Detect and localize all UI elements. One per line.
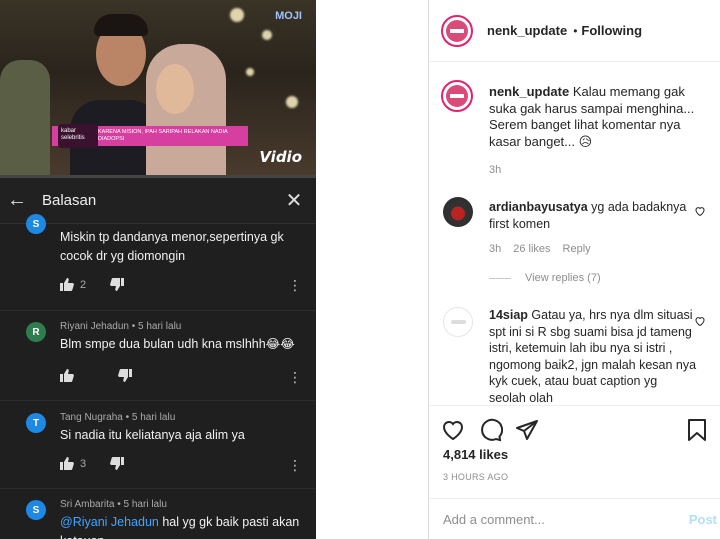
separator-dot: • [573,23,578,38]
add-comment-input[interactable]: Add a comment... [429,512,689,527]
thumbs-up-icon[interactable] [60,278,74,291]
like-comment-icon[interactable] [694,205,706,217]
post-actions-bar [429,405,720,453]
reply-item: S Sri Ambarita • 5 hari lalu @Riyani Jeh… [0,496,316,539]
post-header: nenk_update • Following [429,0,720,62]
profile-avatar[interactable] [441,14,473,47]
caption-avatar[interactable] [441,80,473,112]
comment-body: 14siap Gatau ya, hrs nya dlm situasi spt… [489,307,697,403]
comment-body: ardianbayusatya yg ada badaknya first ko… [489,199,697,232]
background-light [286,96,298,108]
reply-actions: 3 [60,457,125,470]
avatar-image [446,19,468,42]
comment-bubble-icon[interactable] [479,418,503,442]
like-comment-icon[interactable] [694,315,706,327]
reply-author-line: Tang Nugraha • 5 hari lalu [60,412,176,423]
like-count: 2 [80,278,87,291]
reply-text: Miskin tp dandanya menor,sepertinya gk c… [60,230,284,263]
vidio-watermark: Vidio [259,148,302,166]
comment-likes[interactable]: 26 likes [513,243,550,255]
video-frame[interactable]: MOJI KARENA MISION, IPAH SARIPAH RELAKAN… [0,0,316,178]
reply-item: S Miskin tp dandanya menor,sepertinya gk… [0,214,316,308]
avatar[interactable]: R [26,322,46,342]
like-heart-icon[interactable] [441,418,465,442]
reply-author-line: Sri Ambarita • 5 hari lalu [60,499,167,510]
share-paper-plane-icon[interactable] [515,418,539,442]
news-program-logo-text: kabar selebritis [61,128,85,141]
reply-text: Blm smpe dua bulan udh kna mslhhh😂😂 [60,337,295,351]
tv-channel-logo: MOJI [275,10,302,22]
view-replies-label: View replies (7) [525,272,601,284]
foreground-person [0,60,50,178]
avatar[interactable]: S [26,500,46,520]
thumbs-down-icon[interactable] [110,457,125,470]
view-replies[interactable]: View replies (7) [489,272,601,284]
thumbs-down-icon[interactable] [110,278,125,291]
add-comment-bar: Add a comment... Post [429,498,720,539]
thumbs-up-icon[interactable] [60,369,74,382]
reply-time: 5 hari lalu [138,321,182,332]
bookmark-icon[interactable] [685,418,709,442]
reply-author[interactable]: Riyani Jehadun [60,321,129,332]
reply-actions: 2 [60,278,125,291]
reply-button[interactable]: Reply [563,243,591,255]
comment-text: Gatau ya, hrs nya dlm situasi spt ini si… [489,308,697,403]
avatar-logo [451,320,466,324]
thumbs-down-icon[interactable] [118,369,132,382]
view-replies-line [489,277,511,279]
background-light [230,8,244,22]
avatar[interactable]: S [26,214,46,234]
comment-username[interactable]: 14siap [489,308,528,322]
posted-time: 3 HOURS AGO [443,472,509,482]
background-light [262,30,272,40]
reply-text: Si nadia itu keliatanya aja alim ya [60,428,245,442]
comment-username[interactable]: ardianbayusatya [489,200,588,214]
avatar[interactable]: T [26,413,46,433]
like-count: 3 [80,457,87,470]
reply-text: @Riyani Jehadun hal yg gk baik pasti aka… [60,513,300,539]
thumbs-up-icon[interactable] [60,457,74,470]
following-button[interactable]: Following [581,23,642,38]
divider [0,488,316,489]
replies-title: Balasan [42,192,97,209]
man-hair [94,14,148,36]
close-icon[interactable]: ✕ [272,188,316,213]
instagram-post-panel: nenk_update • Following nenk_update Kala… [428,0,720,539]
comment-meta: 3h 26 likes Reply [489,243,591,255]
reply-author[interactable]: Tang Nugraha [60,412,123,423]
news-program-logo: kabar selebritis [58,124,98,148]
replies-header: ← Balasan ✕ [0,178,316,224]
avatar-image [446,85,468,107]
reply-mention[interactable]: @Riyani Jehadun [60,515,159,529]
commenter-avatar[interactable] [443,307,473,337]
background-light [246,68,254,76]
reply-author[interactable]: Sri Ambarita [60,499,114,510]
woman-face [156,64,194,114]
reply-time: 5 hari lalu [123,499,167,510]
reply-actions [60,369,132,382]
youtube-screenshot-panel: MOJI KARENA MISION, IPAH SARIPAH RELAKAN… [0,0,316,539]
comment-time: 3h [489,243,502,255]
more-options-icon[interactable]: ⋮ [288,458,302,472]
reply-author-line: Riyani Jehadun • 5 hari lalu [60,321,182,332]
post-caption: nenk_update Kalau memang gak suka gak ha… [489,84,713,150]
back-arrow-icon[interactable]: ← [0,189,34,212]
more-options-icon[interactable]: ⋮ [288,278,302,292]
news-caption-text: KARENA MISION, IPAH SARIPAH RELAKAN NADI… [98,129,228,142]
caption-username[interactable]: nenk_update [489,84,569,99]
likes-count[interactable]: 4,814 likes [443,447,508,462]
commenter-avatar[interactable] [443,197,473,227]
reply-item: T Tang Nugraha • 5 hari lalu Si nadia it… [0,409,316,493]
reply-time: 5 hari lalu [131,412,176,423]
woman-hijab [146,44,226,178]
more-options-icon[interactable]: ⋮ [288,370,302,384]
divider [0,310,316,311]
reply-item: R Riyani Jehadun • 5 hari lalu Blm smpe … [0,318,316,402]
username[interactable]: nenk_update [487,23,567,38]
post-comment-button[interactable]: Post [689,512,720,527]
caption-time: 3h [489,164,502,176]
divider [0,400,316,401]
